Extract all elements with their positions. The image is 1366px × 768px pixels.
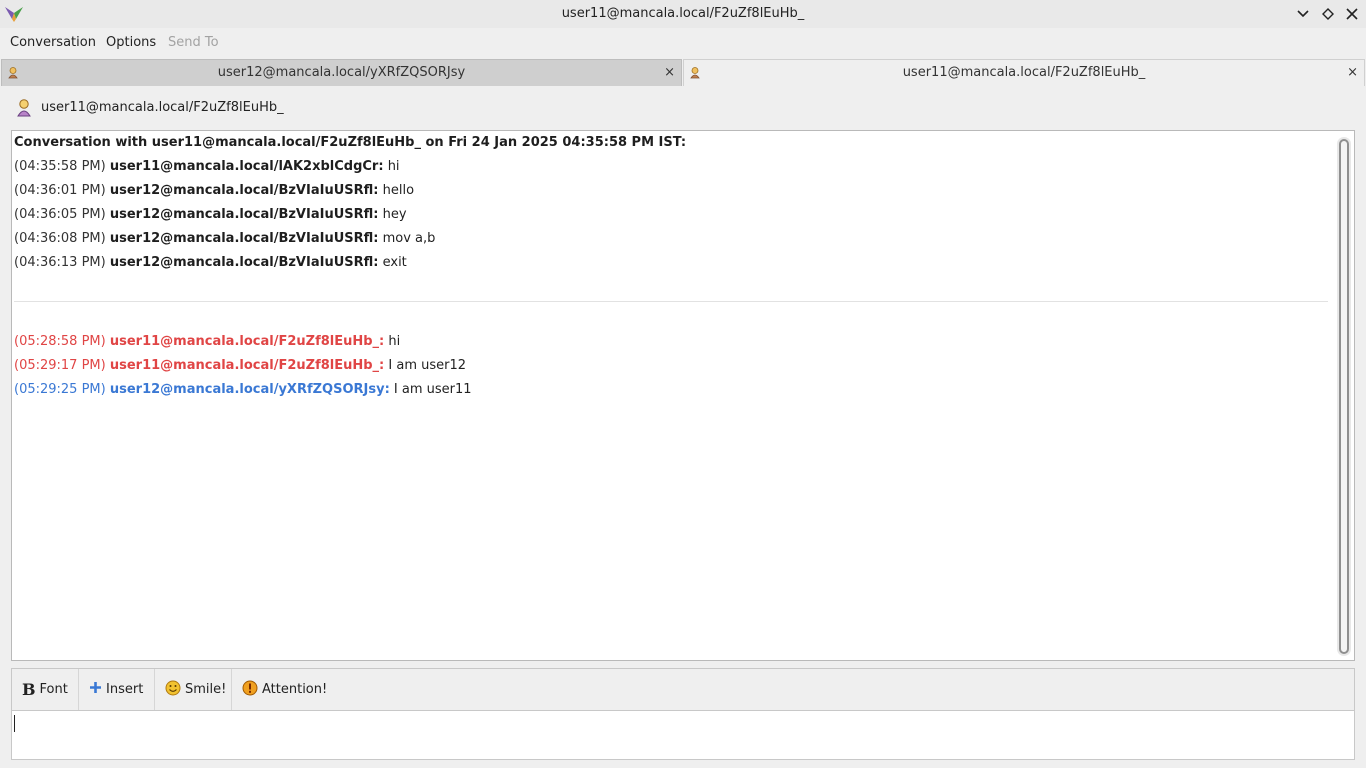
person-icon	[17, 99, 31, 121]
message-time: (05:28:58 PM)	[14, 334, 106, 349]
conversation-header: Conversation with user11@mancala.local/F…	[14, 135, 687, 150]
conversation-log[interactable]: Conversation with user11@mancala.local/F…	[11, 130, 1355, 661]
text-caret	[14, 715, 15, 732]
message-time: (04:36:13 PM)	[14, 255, 106, 270]
message-sender: user11@mancala.local/lAK2xblCdgCr:	[109, 159, 384, 174]
message-time: (04:36:01 PM)	[14, 183, 106, 198]
message-input[interactable]	[11, 710, 1355, 760]
message-line: (04:35:58 PM) user11@mancala.local/lAK2x…	[14, 159, 400, 174]
message-sender: user12@mancala.local/BzVIaIuUSRfl:	[109, 255, 379, 270]
message-text: I am user12	[388, 358, 467, 373]
font-button[interactable]: B Font	[12, 669, 79, 710]
message-text: I am user11	[393, 382, 472, 397]
message-text: mov a,b	[382, 231, 436, 246]
message-text: hey	[382, 207, 407, 222]
history-separator	[14, 301, 1328, 302]
message-time: (04:35:58 PM)	[14, 159, 106, 174]
message-sender: user12@mancala.local/BzVIaIuUSRfl:	[109, 207, 379, 222]
tab-label: user11@mancala.local/F2uZf8lEuHb_	[902, 65, 1146, 80]
message-text: hello	[382, 183, 415, 198]
menu-send-to[interactable]: Send To	[168, 35, 219, 50]
menu-options[interactable]: Options	[106, 35, 156, 50]
vertical-scrollbar[interactable]	[1337, 137, 1351, 656]
message-text: hi	[387, 159, 400, 174]
plus-icon	[89, 681, 102, 698]
menu-conversation[interactable]: Conversation	[10, 35, 96, 50]
message-sender: user12@mancala.local/BzVIaIuUSRfl:	[109, 183, 379, 198]
message-line: (04:36:13 PM) user12@mancala.local/BzVIa…	[14, 255, 407, 270]
message-time: (05:29:17 PM)	[14, 358, 106, 373]
message-line: (04:36:08 PM) user12@mancala.local/BzVIa…	[14, 231, 435, 246]
window-title: user11@mancala.local/F2uZf8lEuHb_	[561, 6, 805, 21]
menu-bar: Conversation Options Send To	[0, 28, 1366, 57]
message-time: (04:36:05 PM)	[14, 207, 106, 222]
message-sender: user12@mancala.local/BzVIaIuUSRfl:	[109, 231, 379, 246]
attention-button[interactable]: Attention!	[232, 669, 332, 710]
tab-user11[interactable]: user11@mancala.local/F2uZf8lEuHb_ ×	[683, 59, 1365, 86]
insert-label: Insert	[106, 682, 144, 697]
close-window-button[interactable]	[1342, 4, 1362, 24]
minimize-button[interactable]	[1293, 4, 1313, 24]
message-time: (04:36:08 PM)	[14, 231, 106, 246]
tab-user12[interactable]: user12@mancala.local/yXRfZQSORJsy ×	[1, 59, 682, 86]
buddy-header: user11@mancala.local/F2uZf8lEuHb_	[0, 89, 1366, 127]
scrollbar-thumb[interactable]	[1339, 139, 1349, 654]
message-sender: user11@mancala.local/F2uZf8lEuHb_:	[109, 358, 385, 373]
insert-button[interactable]: Insert	[79, 669, 155, 710]
chevron-down-icon	[1297, 10, 1309, 18]
attention-icon	[242, 680, 258, 700]
diamond-icon	[1322, 8, 1334, 20]
close-icon	[1346, 8, 1358, 20]
smiley-icon	[165, 680, 181, 700]
tab-label: user12@mancala.local/yXRfZQSORJsy	[217, 65, 466, 80]
message-line: (05:28:58 PM) user11@mancala.local/F2uZf…	[14, 334, 400, 349]
message-line: (04:36:05 PM) user12@mancala.local/BzVIa…	[14, 207, 407, 222]
tab-bar: user12@mancala.local/yXRfZQSORJsy × user…	[0, 57, 1366, 87]
message-line: (04:36:01 PM) user12@mancala.local/BzVIa…	[14, 183, 414, 198]
attention-label: Attention!	[262, 682, 328, 697]
buddy-name: user11@mancala.local/F2uZf8lEuHb_	[41, 100, 284, 115]
title-bar: user11@mancala.local/F2uZf8lEuHb_	[0, 0, 1366, 29]
message-sender: user11@mancala.local/F2uZf8lEuHb_:	[109, 334, 385, 349]
message-sender: user12@mancala.local/yXRfZQSORJsy:	[109, 382, 390, 397]
message-text: hi	[388, 334, 401, 349]
message-time: (05:29:25 PM)	[14, 382, 106, 397]
tab-close-button[interactable]: ×	[1347, 65, 1358, 80]
message-line: (05:29:17 PM) user11@mancala.local/F2uZf…	[14, 358, 466, 373]
bold-b-icon: B	[22, 680, 36, 699]
maximize-button[interactable]	[1318, 4, 1338, 24]
tab-close-button[interactable]: ×	[664, 65, 675, 80]
message-text: exit	[382, 255, 407, 270]
font-label: Font	[39, 682, 68, 697]
smile-label: Smile!	[185, 682, 227, 697]
message-line: (05:29:25 PM) user12@mancala.local/yXRfZ…	[14, 382, 472, 397]
format-toolbar: B Font Insert Smile! Attention!	[11, 668, 1355, 711]
smile-button[interactable]: Smile!	[155, 669, 232, 710]
